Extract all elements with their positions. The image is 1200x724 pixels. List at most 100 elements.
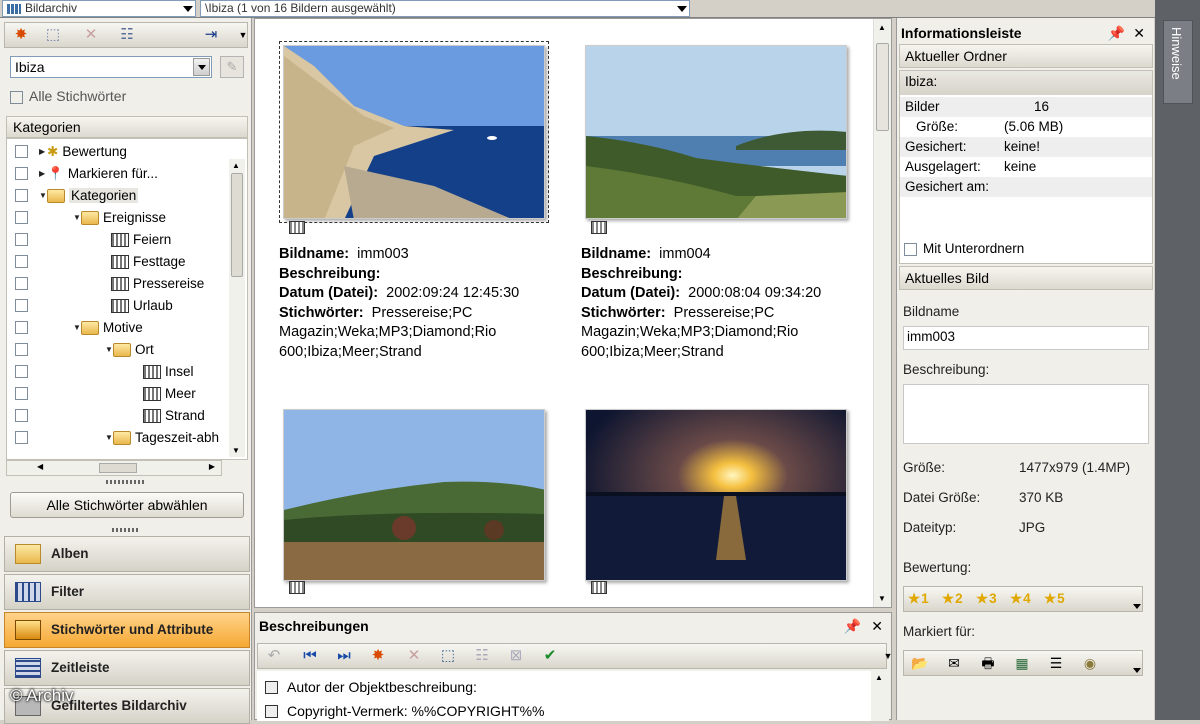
tree-item-markieren[interactable]: ▶ 📍 Markieren für... [7,163,229,185]
remove-icon[interactable]: ⊠ [506,647,526,665]
checkbox-icon[interactable] [15,211,28,224]
all-keywords-checkbox[interactable]: Alle Stichwörter [10,88,126,104]
picture-icon[interactable]: ▦ [1012,655,1032,672]
collapse-icon[interactable]: ▼ [105,339,113,361]
export-icon[interactable]: ⇥ [201,26,221,44]
chevron-down-icon[interactable] [675,3,687,15]
edit-icon[interactable]: ⬚ [438,647,458,665]
folder-icon[interactable]: 📂 [910,655,930,672]
close-icon[interactable]: ✕ [1133,22,1145,44]
subfolders-checkbox[interactable]: Mit Unterordnern [904,241,1024,256]
tree-item-ereignisse[interactable]: ▼ Ereignisse [7,207,229,229]
tree-item-insel[interactable]: Insel [7,361,229,383]
mail-icon[interactable]: ✉ [944,655,964,672]
scroll-thumb[interactable] [876,43,889,131]
checkbox-icon[interactable] [15,299,28,312]
tree-item-strand[interactable]: Strand [7,405,229,427]
tree-scrollbar[interactable]: ▲ ▼ [229,159,245,457]
apply-keyword-button[interactable]: ✎ [220,56,244,78]
checkbox-icon[interactable] [15,189,28,202]
nav-stichwoerter[interactable]: Stichwörter und Attribute [4,612,250,648]
image-scrollbar[interactable]: ▲ ▼ [873,19,891,607]
checkbox-icon[interactable] [15,343,28,356]
tree-item-kategorien[interactable]: ▼ Kategorien [7,185,229,207]
pin-icon[interactable]: 📌 [844,613,861,639]
scroll-up-icon[interactable]: ▲ [232,161,240,170]
bildname-field[interactable]: imm003 [903,326,1149,350]
checkbox-icon[interactable] [15,277,28,290]
delete-icon[interactable]: ✕ [81,26,101,44]
scroll-thumb[interactable] [99,463,137,473]
description-line[interactable]: Autor der Objektbeschreibung: [265,679,477,695]
delete-icon[interactable]: ✕ [404,647,424,665]
chevron-down-icon[interactable]: ▼ [233,26,253,44]
print-icon[interactable]: 🖶 [978,655,998,672]
undo-icon[interactable]: ↶ [264,647,284,665]
edit-keyword-icon[interactable]: ⬚ [43,26,63,44]
scroll-down-icon[interactable]: ▼ [878,594,886,603]
rating-3-button[interactable]: ★3 [976,591,998,607]
scroll-up-icon[interactable]: ▲ [878,23,886,32]
chevron-down-icon[interactable]: ▼ [878,647,898,665]
hints-tab[interactable]: Hinweise [1163,20,1193,104]
checkbox-icon[interactable] [15,145,28,158]
checkbox-icon[interactable] [904,242,917,256]
thumbnail-imm005[interactable] [283,409,545,581]
chevron-down-icon[interactable] [193,58,210,76]
last-icon[interactable]: ⏭ [334,647,354,665]
thumbnail-imm006[interactable] [585,409,847,581]
thumbnail-imm004[interactable] [585,45,847,219]
spellcheck-icon[interactable]: ✔ [540,647,560,665]
tree-hscrollbar[interactable]: ◀ ▶ [6,460,222,476]
archive-combo[interactable]: Bildarchiv [2,0,196,17]
checkbox-icon[interactable] [15,431,28,444]
scroll-down-icon[interactable]: ▼ [232,446,240,455]
collapse-icon[interactable]: ▼ [105,427,113,449]
tree-item-meer[interactable]: Meer [7,383,229,405]
expand-icon[interactable]: ▶ [39,163,47,185]
checkbox-icon[interactable] [15,321,28,334]
keyword-search-input[interactable]: Ibiza [10,56,212,78]
tree-item-tageszeit[interactable]: ▼ Tageszeit-abh [7,427,229,449]
splitter-grip[interactable] [106,480,146,484]
disc-icon[interactable]: ◉ [1080,655,1100,672]
chevron-down-icon[interactable] [1133,668,1141,673]
tree-item-pressereise[interactable]: Pressereise [7,273,229,295]
checkbox-icon[interactable] [15,409,28,422]
expand-icon[interactable]: ▶ [39,141,47,163]
collapse-icon[interactable]: ▼ [39,185,47,207]
tree-item-bewertung[interactable]: ▶ ✱ Bewertung [7,141,229,163]
rating-4-button[interactable]: ★4 [1010,591,1032,607]
checkbox-icon[interactable] [15,233,28,246]
structure-icon[interactable]: ☷ [117,26,137,44]
scroll-right-icon[interactable]: ▶ [209,462,215,471]
checkbox-icon[interactable] [15,167,28,180]
nav-alben[interactable]: Alben [4,536,250,572]
pin-icon[interactable]: 📌 [1108,22,1125,44]
checkbox-icon[interactable] [15,365,28,378]
rating-5-button[interactable]: ★5 [1044,591,1066,607]
tree-item-motive[interactable]: ▼ Motive [7,317,229,339]
scroll-up-icon[interactable]: ▲ [875,673,883,682]
collapse-icon[interactable]: ▼ [73,317,81,339]
rating-1-button[interactable]: ★1 [908,591,930,607]
presentation-icon[interactable]: ☰ [1046,655,1066,672]
collapse-icon[interactable]: ▼ [73,207,81,229]
thumbnail-imm003[interactable] [279,41,549,223]
descriptions-scrollbar[interactable]: ▲ [871,671,889,721]
scroll-thumb[interactable] [231,173,243,277]
checkbox-icon[interactable] [15,387,28,400]
close-icon[interactable]: ✕ [871,613,883,639]
deselect-all-keywords-button[interactable]: Alle Stichwörter abwählen [10,492,244,518]
first-icon[interactable]: ⏮ [300,647,320,665]
tree-item-festtage[interactable]: Festtage [7,251,229,273]
chevron-down-icon[interactable] [181,3,193,15]
scroll-left-icon[interactable]: ◀ [37,462,43,471]
path-combo[interactable]: \Ibiza (1 von 16 Bildern ausgewählt) [200,0,690,17]
tree-item-feiern[interactable]: Feiern [7,229,229,251]
table-icon[interactable]: ☷ [472,647,492,665]
checkbox-icon[interactable] [10,90,23,104]
nav-filter[interactable]: Filter [4,574,250,610]
beschreibung-field[interactable] [903,384,1149,444]
splitter-grip[interactable] [112,528,140,532]
